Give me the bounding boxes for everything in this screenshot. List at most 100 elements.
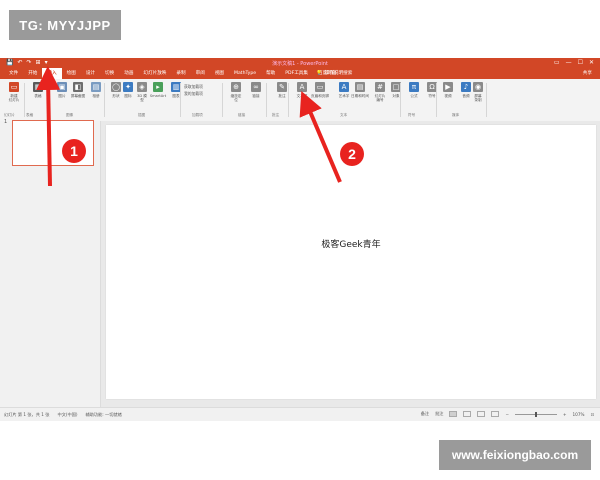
fit-slide-icon[interactable]: ⊡ <box>590 412 594 417</box>
window-title: 演示文稿1 - PowerPoint <box>272 61 328 67</box>
ribbon-tab-bar: 文件 开始 插入 绘图 设计 切换 动画 幻灯片放映 录制 审阅 视图 MathType 帮助 PDF工具… <box>0 68 600 79</box>
tab-1[interactable]: 开始 <box>23 68 42 79</box>
screenshot-button[interactable]: ◧ 屏幕截图 <box>68 82 88 98</box>
table-button[interactable]: ▦ 表格 <box>28 82 48 98</box>
minimize-icon[interactable]: — <box>566 59 572 66</box>
new-slide-button[interactable]: ▭ 新建 幻灯片 <box>4 82 24 102</box>
ribbon-display-icon[interactable]: ▭ <box>554 59 560 66</box>
insert-tab[interactable]: 插入 <box>42 68 62 79</box>
slideshow-button[interactable] <box>491 411 500 417</box>
ribbon-group-label: 文本 <box>340 113 348 117</box>
smartart-button[interactable]: ▸ SmartArt <box>148 82 168 98</box>
screen-record-button[interactable]: ◉ 屏幕 录制 <box>468 82 488 102</box>
ribbon-button-label: 缩放定 位 <box>230 94 242 103</box>
ribbon-button-label: 图片 <box>58 94 66 98</box>
tell-me-search[interactable]: 💡 操作说明搜索 <box>316 68 352 79</box>
ribbon-separator <box>486 83 487 117</box>
powerpoint-window: 💾 ↶ ↷ ⊞ ▾ 演示文稿1 - PowerPoint ▭ — ☐ ✕ 文件 开始 插入 绘图 设计… <box>0 58 600 421</box>
ribbon-button-label: 页眉和页脚 <box>311 94 329 98</box>
slide-canvas[interactable]: 极客Geek青年 <box>106 125 596 399</box>
ribbon-button-label: 图标 <box>124 94 132 98</box>
chart-button[interactable]: ▥ 图表 <box>166 82 186 98</box>
ribbon-button-label: 新建 幻灯片 <box>8 94 20 103</box>
ribbon-button-label: 日期和时间 <box>351 94 369 98</box>
ribbon-group-label: 插图 <box>138 113 146 117</box>
screenshot-icon: ◧ <box>73 82 83 92</box>
ribbon-separator <box>288 83 289 117</box>
object-button[interactable]: □ 对象 <box>386 82 406 98</box>
comments-button[interactable]: 批注 <box>435 411 443 417</box>
zoom-in-button[interactable]: + <box>563 412 567 417</box>
callout-badge-2: 2 <box>340 142 364 166</box>
ribbon-button-label: 屏幕截图 <box>70 94 86 98</box>
ribbon-button-label: 公式 <box>410 94 418 98</box>
ribbon-button-label: 屏幕 录制 <box>474 94 482 103</box>
tab-4[interactable]: 设计 <box>81 68 100 79</box>
zoom-icon: ⊕ <box>231 82 241 92</box>
notes-button[interactable]: 备注 <box>421 411 429 417</box>
tab-8[interactable]: 录制 <box>171 68 190 79</box>
textbox-button[interactable]: A 文本框 <box>292 82 312 98</box>
zoom-button[interactable]: ⊕ 缩放定 位 <box>226 82 246 102</box>
window-controls: ▭ — ☐ ✕ <box>554 59 594 66</box>
header-footer-icon: ▭ <box>315 82 325 92</box>
reading-view-button[interactable] <box>477 411 486 417</box>
tab-10[interactable]: 视图 <box>210 68 229 79</box>
lightbulb-icon: 💡 <box>316 71 322 76</box>
tab-6[interactable]: 动画 <box>119 68 138 79</box>
addin-item-0[interactable]: 获取加载项 <box>184 83 203 90</box>
normal-view-button[interactable] <box>449 411 458 417</box>
close-icon[interactable]: ✕ <box>589 59 594 66</box>
date-time-button[interactable]: ▤ 日期和时间 <box>350 82 370 98</box>
zoom-out-button[interactable]: − <box>505 412 509 417</box>
link-button[interactable]: ∞ 链接 <box>246 82 266 98</box>
zoom-level[interactable]: 107% <box>573 412 585 417</box>
header-footer-button[interactable]: ▭ 页眉和页脚 <box>310 82 330 98</box>
tab-5[interactable]: 切换 <box>100 68 119 79</box>
equation-button[interactable]: π 公式 <box>404 82 424 98</box>
ribbon-button-label: 相册 <box>92 94 100 98</box>
ribbon-group-label: 表格 <box>26 113 34 117</box>
ribbon-button-label: 链接 <box>252 94 260 98</box>
maximize-icon[interactable]: ☐ <box>578 59 583 66</box>
tab-9[interactable]: 审阅 <box>191 68 210 79</box>
ribbon-button-label: SmartArt <box>149 94 167 98</box>
ribbon-group-label: 符号 <box>408 113 416 117</box>
tab-0[interactable]: 文件 <box>4 68 23 79</box>
ribbon-group-label: 幻灯片 <box>4 113 15 117</box>
tab-12[interactable]: 帮助 <box>261 68 280 79</box>
ribbon-button-label: 艺术字 <box>338 94 350 98</box>
ribbon-separator <box>436 83 437 117</box>
tab-3[interactable]: 绘图 <box>62 68 81 79</box>
addin-item-1[interactable]: 我的加载项 <box>184 90 203 97</box>
ribbon-group-label: 批注 <box>272 113 280 117</box>
ribbon-button-label: 图表 <box>172 94 180 98</box>
ribbon-button-label: 幻灯片 编号 <box>374 94 386 103</box>
slide-number-icon: # <box>375 82 385 92</box>
zoom-slider[interactable] <box>514 411 557 417</box>
album-icon: ▤ <box>91 82 101 92</box>
ribbon-button-label: 符号 <box>428 94 436 98</box>
slide-text[interactable]: 极客Geek青年 <box>106 237 596 250</box>
new-slide-icon: ▭ <box>9 82 19 92</box>
ribbon-button-label: 对象 <box>392 94 400 98</box>
slide-sorter-button[interactable] <box>463 411 472 417</box>
ribbon-separator <box>104 83 105 117</box>
table-icon: ▦ <box>33 82 43 92</box>
language-status[interactable]: 中文(中国) <box>58 412 78 418</box>
album-button[interactable]: ▤ 相册 <box>86 82 106 98</box>
3d-model-icon: ◈ <box>137 82 147 92</box>
comment-button[interactable]: ✎ 批注 <box>272 82 292 98</box>
tab-13[interactable]: PDF工具集 <box>280 68 313 79</box>
ribbon-button-label: 视频 <box>444 94 452 98</box>
image-icon: ▣ <box>57 82 67 92</box>
tab-7[interactable]: 幻灯片放映 <box>138 68 171 79</box>
video-button[interactable]: ▶ 视频 <box>438 82 458 98</box>
accessibility-status[interactable]: 辅助功能: 一切就绪 <box>86 412 122 418</box>
ribbon-group-label: 链接 <box>238 113 246 117</box>
share-button[interactable]: 共享 <box>583 68 592 79</box>
screen-record-icon: ◉ <box>473 82 483 92</box>
tab-11[interactable]: MathType <box>229 68 261 79</box>
zoom-slider-thumb[interactable] <box>534 411 537 417</box>
ribbon-separator <box>266 83 267 117</box>
